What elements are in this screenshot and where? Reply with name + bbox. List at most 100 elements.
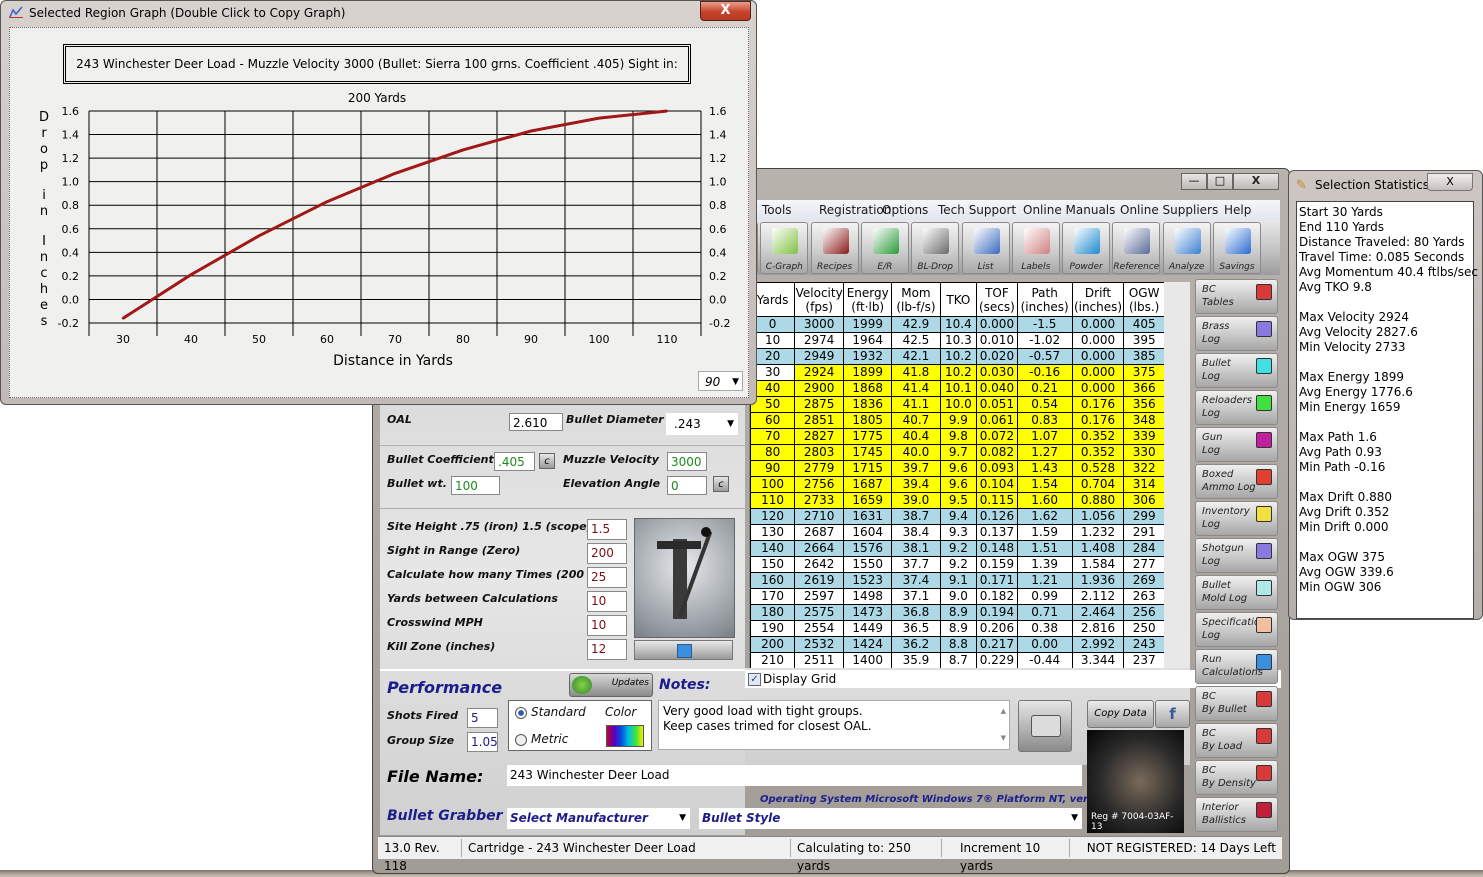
menu-online-suppliers[interactable]: Online Suppliers xyxy=(1120,200,1218,220)
table-row[interactable]: 110 2733 1659 39.0 9.5 0.115 1.60 0.880 306 xyxy=(750,492,1165,509)
column-header[interactable]: Path (inches) xyxy=(1016,282,1073,317)
coefficient-calc-button[interactable]: c xyxy=(539,453,555,469)
table-scrollbar[interactable] xyxy=(1164,282,1190,668)
crosswind-input[interactable]: 10 xyxy=(587,615,627,636)
table-row[interactable]: 90 2779 1715 39.7 9.6 0.093 1.43 0.528 322 xyxy=(750,460,1165,477)
menu-help[interactable]: Help xyxy=(1224,200,1251,220)
menu-online-manuals[interactable]: Online Manuals xyxy=(1023,200,1115,220)
sidebar-specification-log-button[interactable]: Specification Log xyxy=(1195,612,1278,647)
copy-data-button[interactable]: Copy Data xyxy=(1087,700,1154,728)
notes-textarea[interactable]: Very good load with tight groups. Keep c… xyxy=(658,700,1010,750)
scroll-up-icon[interactable]: ▲ xyxy=(1001,704,1006,719)
column-header[interactable]: Energy (ft·lb) xyxy=(843,282,893,317)
table-row[interactable]: 150 2642 1550 37.7 9.2 0.159 1.39 1.584 277 xyxy=(750,556,1165,573)
table-row[interactable]: 180 2575 1473 36.8 8.9 0.194 0.71 2.464 256 xyxy=(750,604,1165,621)
table-row[interactable]: 130 2687 1604 38.4 9.3 0.137 1.59 1.232 291 xyxy=(750,524,1165,541)
stats-close-button[interactable]: X xyxy=(1427,173,1473,191)
bullet-diameter-select[interactable]: .243 ▼ xyxy=(666,413,738,435)
bullet-coefficient-input[interactable]: .405 xyxy=(494,452,535,471)
sidebar-bc-by-load-button[interactable]: BC By Load xyxy=(1195,723,1278,758)
table-row[interactable]: 60 2851 1805 40.7 9.9 0.061 0.83 0.176 348 xyxy=(750,412,1165,429)
sidebar-boxed-ammo-log-button[interactable]: Boxed Ammo Log xyxy=(1195,464,1278,499)
maximize-button[interactable]: □ xyxy=(1207,173,1233,190)
sidebar-run-calculations-button[interactable]: Run Calculations xyxy=(1195,649,1278,684)
elevation-calc-button[interactable]: c xyxy=(713,476,729,492)
table-row[interactable]: 210 2511 1400 35.9 8.7 0.229 -0.44 3.344 237 xyxy=(750,652,1165,668)
range-dropdown[interactable]: 90 ▼ xyxy=(698,371,743,391)
menu-options[interactable]: Options xyxy=(882,200,928,220)
print-button[interactable] xyxy=(1018,700,1072,752)
sidebar-interior-ballistics-button[interactable]: Interior Ballistics xyxy=(1195,797,1278,832)
toolbar-reference-button[interactable]: Reference xyxy=(1112,222,1161,274)
radio-metric[interactable] xyxy=(515,734,527,746)
oal-input[interactable]: 2.610 xyxy=(509,413,563,431)
sidebar-brass-log-button[interactable]: Brass Log xyxy=(1195,316,1278,351)
column-header[interactable]: Drift (inches) xyxy=(1071,282,1125,317)
run-calculations-button[interactable] xyxy=(634,640,733,660)
table-row[interactable]: 70 2827 1775 40.4 9.8 0.072 1.07 0.352 339 xyxy=(750,428,1165,445)
bullet-wt-input[interactable]: 100 xyxy=(451,476,500,495)
table-row[interactable]: 190 2554 1449 36.5 8.9 0.206 0.38 2.816 250 xyxy=(750,620,1165,637)
sidebar-bullet-log-button[interactable]: Bullet Log xyxy=(1195,353,1278,388)
table-cell: 1.056 xyxy=(1071,508,1125,525)
color-picker-button[interactable] xyxy=(606,725,644,747)
close-button[interactable]: X xyxy=(1233,173,1279,190)
table-row[interactable]: 170 2597 1498 37.1 9.0 0.182 0.99 2.112 263 xyxy=(750,588,1165,605)
table-row[interactable]: 80 2803 1745 40.0 9.7 0.082 1.27 0.352 330 xyxy=(750,444,1165,461)
toolbar-c-graph-button[interactable]: C-Graph xyxy=(760,222,809,274)
select-manufacturer-dropdown[interactable]: Select Manufacturer ▼ xyxy=(507,808,690,829)
sidebar-bc-by-bullet-button[interactable]: BC By Bullet xyxy=(1195,686,1278,721)
table-row[interactable]: 40 2900 1868 41.4 10.1 0.040 0.21 0.000 366 xyxy=(750,380,1165,397)
elevation-angle-input[interactable]: 0 xyxy=(667,476,707,495)
calc-times-input[interactable]: 25 xyxy=(587,567,627,588)
toolbar-recipes-button[interactable]: Recipes xyxy=(810,222,859,274)
sight-in-input[interactable]: 200 xyxy=(587,543,627,564)
toolbar-list-button[interactable]: List xyxy=(961,222,1010,274)
sidebar-bullet-mold-log-button[interactable]: Bullet Mold Log xyxy=(1195,575,1278,610)
toolbar-savings-button[interactable]: Savings xyxy=(1213,222,1261,274)
toolbar-powder-button[interactable]: Powder xyxy=(1062,222,1111,274)
radio-standard[interactable] xyxy=(515,707,527,719)
bullet-style-dropdown[interactable]: Bullet Style ▼ xyxy=(699,808,1082,829)
kill-zone-input[interactable]: 12 xyxy=(587,639,627,660)
table-row[interactable]: 140 2664 1576 38.1 9.2 0.148 1.51 1.408 284 xyxy=(750,540,1165,557)
column-header[interactable]: Velocity (fps) xyxy=(794,282,845,317)
file-name-input[interactable]: 243 Winchester Deer Load xyxy=(507,765,1082,786)
table-row[interactable]: 120 2710 1631 38.7 9.4 0.126 1.62 1.056 299 xyxy=(750,508,1165,525)
toolbar-labels-button[interactable]: Labels xyxy=(1011,222,1060,274)
updates-button[interactable]: Updates xyxy=(569,673,653,697)
muzzle-velocity-input[interactable]: 3000 xyxy=(667,452,707,471)
table-row[interactable]: 50 2875 1836 41.1 10.0 0.051 0.54 0.176 356 xyxy=(750,396,1165,413)
group-size-input[interactable]: 1.05 xyxy=(467,732,498,752)
sidebar-gun-log-button[interactable]: Gun Log xyxy=(1195,427,1278,462)
sidebar-bc-tables-button[interactable]: BC Tables xyxy=(1195,279,1278,314)
table-row[interactable]: 10 2974 1964 42.5 10.3 0.010 -1.02 0.000 395 xyxy=(750,332,1165,349)
yards-between-input[interactable]: 10 xyxy=(587,591,627,612)
menu-tools[interactable]: Tools xyxy=(762,200,792,220)
sidebar-bc-by-density-button[interactable]: BC By Density xyxy=(1195,760,1278,795)
toolbar-bl-drop-button[interactable]: BL-Drop xyxy=(911,222,960,274)
column-header[interactable]: TOF (secs) xyxy=(976,282,1018,317)
table-row[interactable]: 20 2949 1932 42.1 10.2 0.020 -0.57 0.000 385 xyxy=(750,348,1165,365)
display-grid-checkbox[interactable]: ✓ xyxy=(748,673,761,686)
toolbar-analyze-button[interactable]: Analyze xyxy=(1162,222,1211,274)
menu-tech-support[interactable]: Tech Support xyxy=(938,200,1016,220)
sidebar-shotgun-log-button[interactable]: Shotgun Log xyxy=(1195,538,1278,573)
table-row[interactable]: 100 2756 1687 39.4 9.6 0.104 1.54 0.704 314 xyxy=(750,476,1165,493)
table-row[interactable]: 0 3000 1999 42.9 10.4 0.000 -1.5 0.000 405 xyxy=(750,316,1165,333)
table-row[interactable]: 30 2924 1899 41.8 10.2 0.030 -0.16 0.000 375 xyxy=(750,364,1165,381)
scroll-down-icon[interactable]: ▼ xyxy=(1001,731,1006,746)
table-row[interactable]: 200 2532 1424 36.2 8.8 0.217 0.00 2.992 243 xyxy=(750,636,1165,653)
site-height-input[interactable]: 1.5 xyxy=(587,519,627,540)
facebook-button[interactable]: f xyxy=(1155,700,1190,728)
menu-registration[interactable]: Registration xyxy=(819,200,891,220)
column-header[interactable]: OGW (lbs.) xyxy=(1123,282,1165,317)
toolbar-e-r-button[interactable]: E/R xyxy=(860,222,909,274)
minimize-button[interactable]: — xyxy=(1181,173,1207,190)
column-header[interactable]: TKO xyxy=(939,282,978,317)
table-row[interactable]: 160 2619 1523 37.4 9.1 0.171 1.21 1.936 269 xyxy=(750,572,1165,589)
column-header[interactable]: Mom (lb-f/s) xyxy=(891,282,941,317)
sidebar-reloaders-log-button[interactable]: Reloaders Log xyxy=(1195,390,1278,425)
sidebar-inventory-log-button[interactable]: Inventory Log xyxy=(1195,501,1278,536)
shots-fired-input[interactable]: 5 xyxy=(467,708,498,728)
